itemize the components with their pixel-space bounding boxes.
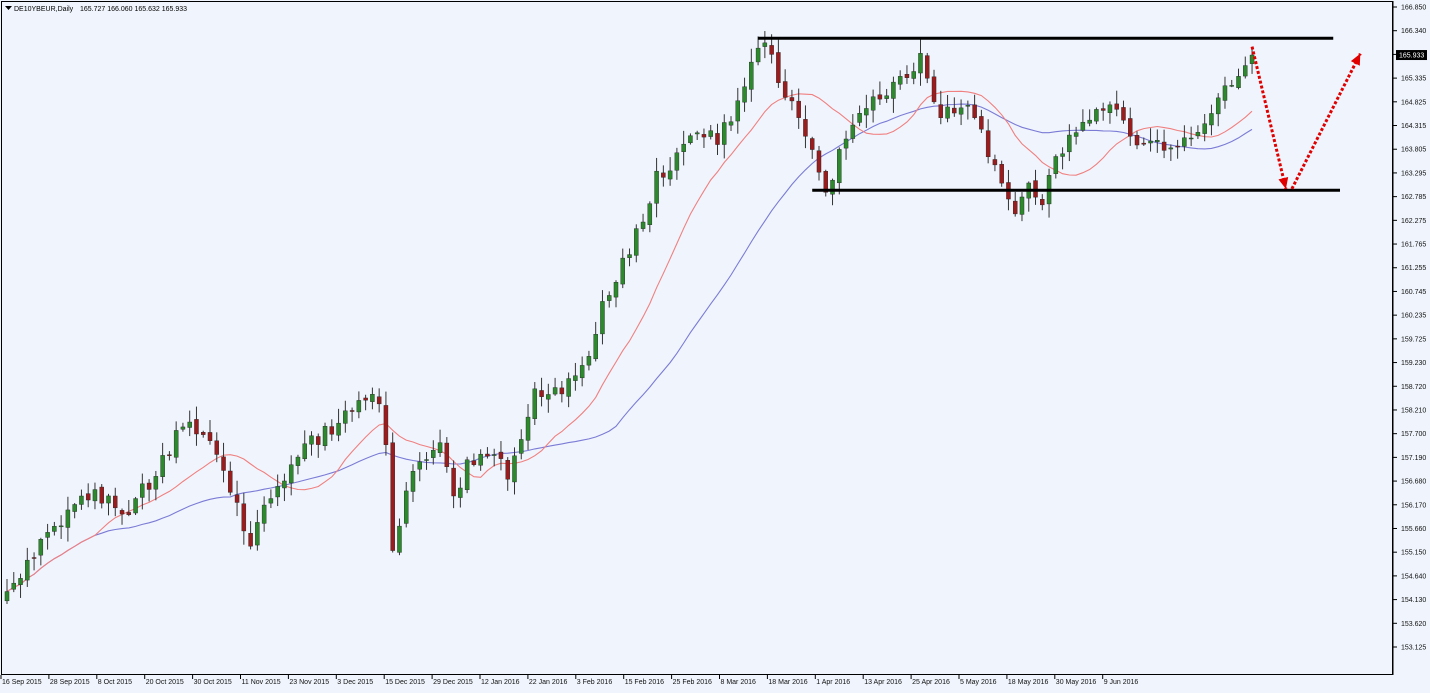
x-tick-label: 23 Nov 2015 xyxy=(289,679,329,686)
current-price-marker: 165.933 xyxy=(1396,50,1427,61)
y-tick-label: 165.335 xyxy=(1401,76,1426,83)
x-tick-label: 25 Apr 2016 xyxy=(912,679,950,686)
y-tick-label: 153.620 xyxy=(1401,621,1426,628)
x-tick-label: 11 Nov 2015 xyxy=(242,679,281,686)
x-tick-label: 30 May 2016 xyxy=(1056,679,1097,686)
candle xyxy=(464,456,470,494)
current-price-label: 165.933 xyxy=(1399,53,1424,60)
y-tick-label: 164.315 xyxy=(1401,123,1426,130)
chart-background xyxy=(0,0,1430,693)
x-tick-label: 16 Sep 2015 xyxy=(2,679,42,686)
y-tick-label: 162.275 xyxy=(1401,218,1426,225)
x-tick-label: 8 Oct 2015 xyxy=(98,679,132,686)
x-tick-label: 5 May 2016 xyxy=(960,679,997,686)
candle xyxy=(823,169,828,197)
y-tick-label: 156.170 xyxy=(1401,502,1426,509)
y-tick-label: 157.700 xyxy=(1401,431,1426,438)
x-tick-label: 15 Dec 2015 xyxy=(385,679,425,686)
ohlc-label: 165.727 166.060 165.632 165.933 xyxy=(80,6,187,13)
y-tick-label: 153.125 xyxy=(1401,645,1426,652)
y-tick-label: 163.295 xyxy=(1401,170,1426,177)
y-tick-label: 166.340 xyxy=(1401,28,1426,35)
x-tick-label: 25 Feb 2016 xyxy=(673,679,712,686)
chart-title: DE10YBEUR,Daily 165.727 166.060 165.632 … xyxy=(5,6,187,13)
x-tick-label: 8 Mar 2016 xyxy=(721,679,757,686)
chart-window[interactable]: 166.850166.340165.845165.335164.825164.3… xyxy=(0,0,1430,693)
y-tick-label: 154.640 xyxy=(1401,573,1426,580)
x-tick-label: 18 May 2016 xyxy=(1008,679,1049,686)
y-tick-label: 157.190 xyxy=(1401,455,1426,462)
y-tick-label: 163.805 xyxy=(1401,147,1426,154)
y-tick-label: 155.150 xyxy=(1401,550,1426,557)
candlestick-chart[interactable]: 166.850166.340165.845165.335164.825164.3… xyxy=(0,0,1430,693)
x-tick-label: 20 Oct 2015 xyxy=(146,679,184,686)
y-tick-label: 166.850 xyxy=(1401,5,1426,12)
x-tick-label: 18 Mar 2016 xyxy=(768,679,807,686)
x-tick-label: 3 Feb 2016 xyxy=(577,679,613,686)
x-tick-label: 29 Dec 2015 xyxy=(433,679,473,686)
x-tick-label: 28 Sep 2015 xyxy=(50,679,90,686)
x-tick-label: 30 Oct 2015 xyxy=(194,679,232,686)
y-tick-label: 164.825 xyxy=(1401,99,1426,106)
y-tick-label: 160.235 xyxy=(1401,313,1426,320)
y-tick-label: 161.765 xyxy=(1401,242,1426,249)
y-tick-label: 160.745 xyxy=(1401,289,1426,296)
candle xyxy=(999,160,1004,187)
y-tick-label: 159.725 xyxy=(1401,336,1426,343)
x-tick-label: 22 Jan 2016 xyxy=(529,679,568,686)
y-tick-label: 154.130 xyxy=(1401,597,1426,604)
y-tick-label: 155.660 xyxy=(1401,526,1426,533)
x-tick-label: 12 Jan 2016 xyxy=(481,679,520,686)
x-tick-label: 15 Feb 2016 xyxy=(625,679,664,686)
y-tick-label: 158.210 xyxy=(1401,407,1426,414)
y-tick-label: 156.680 xyxy=(1401,479,1426,486)
x-tick-label: 1 Apr 2016 xyxy=(816,679,850,686)
x-tick-label: 13 Apr 2016 xyxy=(864,679,902,686)
y-tick-label: 159.230 xyxy=(1401,360,1426,367)
candle xyxy=(390,432,395,553)
candle xyxy=(133,496,138,516)
x-tick-label: 3 Dec 2015 xyxy=(337,679,373,686)
y-tick-label: 162.785 xyxy=(1401,194,1426,201)
symbol-label: DE10YBEUR,Daily xyxy=(14,6,74,13)
x-tick-label: 9 Jun 2016 xyxy=(1104,679,1139,686)
y-tick-label: 161.255 xyxy=(1401,265,1426,272)
y-tick-label: 158.720 xyxy=(1401,384,1426,391)
